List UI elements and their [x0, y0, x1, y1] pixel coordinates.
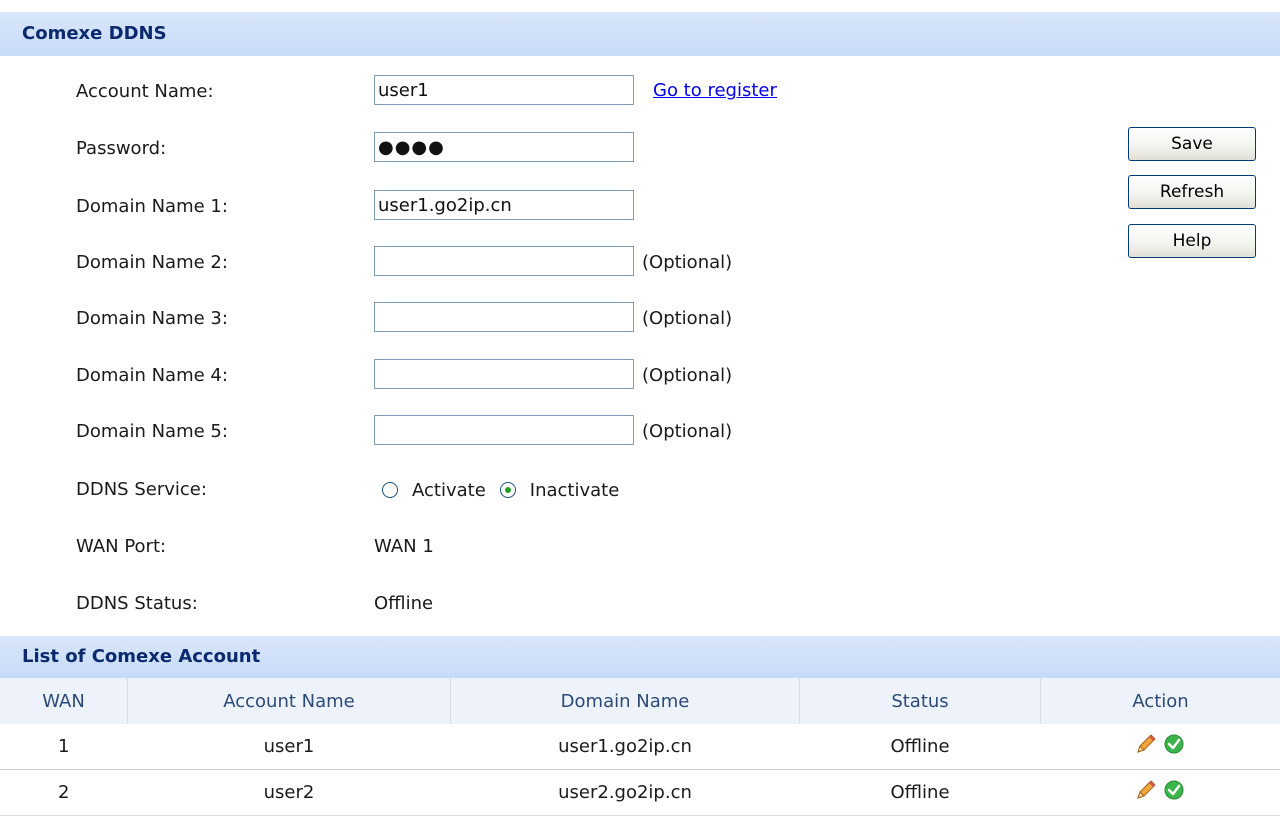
domain-1-label: Domain Name 1:: [76, 196, 228, 217]
table-row[interactable]: 2 user2 user2.go2ip.cn Offline: [0, 769, 1280, 816]
wan-port-label: WAN Port:: [76, 536, 167, 557]
cell-status: Offline: [799, 724, 1041, 770]
go-to-register-link[interactable]: Go to register: [653, 80, 777, 101]
activate-label: Activate: [412, 479, 486, 501]
check-icon[interactable]: [1163, 733, 1185, 760]
column-header-domain-name[interactable]: Domain Name: [450, 678, 800, 724]
ddns-status-label: DDNS Status:: [76, 593, 198, 614]
cell-action: [1040, 724, 1280, 770]
ddns-service-radio-group: Activate Inactivate: [382, 473, 633, 507]
password-label: Password:: [76, 138, 167, 159]
domain-5-label: Domain Name 5:: [76, 421, 228, 442]
optional-hint: (Optional): [642, 365, 733, 386]
optional-hint: (Optional): [642, 252, 733, 273]
cell-domain-name: user1.go2ip.cn: [450, 724, 800, 770]
cell-status: Offline: [799, 769, 1041, 816]
cell-wan: 2: [0, 769, 128, 816]
save-button[interactable]: Save: [1128, 127, 1256, 161]
account-table: WAN Account Name Domain Name Status Acti…: [0, 678, 1280, 816]
inactivate-radio[interactable]: [499, 482, 516, 498]
password-input[interactable]: [374, 132, 634, 162]
pencil-icon[interactable]: [1135, 733, 1157, 760]
pencil-icon[interactable]: [1135, 779, 1157, 806]
domain-3-label: Domain Name 3:: [76, 308, 228, 329]
row-ddns-service: DDNS Service: Activate Inactivate: [0, 473, 1100, 507]
row-account-name: Account Name: Go to register: [0, 75, 1100, 109]
cell-domain-name: user2.go2ip.cn: [450, 769, 800, 816]
section-header-list: List of Comexe Account: [0, 636, 1280, 678]
refresh-button[interactable]: Refresh: [1128, 175, 1256, 209]
column-header-account-name[interactable]: Account Name: [127, 678, 451, 724]
ddns-service-label: DDNS Service:: [76, 479, 207, 500]
row-ddns-status: DDNS Status: Offline: [0, 587, 1100, 621]
cell-wan: 1: [0, 724, 128, 770]
section-title: List of Comexe Account: [22, 646, 261, 667]
account-name-input[interactable]: [374, 75, 634, 105]
cell-action: [1040, 769, 1280, 816]
row-wan-port: WAN Port: WAN 1: [0, 530, 1100, 564]
row-domain-2: Domain Name 2: (Optional): [0, 246, 1100, 280]
section-title: Comexe DDNS: [22, 23, 167, 44]
check-icon[interactable]: [1163, 779, 1185, 806]
column-header-wan[interactable]: WAN: [0, 678, 128, 724]
cell-account-name: user2: [127, 769, 451, 816]
row-domain-1: Domain Name 1:: [0, 190, 1100, 224]
row-domain-5: Domain Name 5: (Optional): [0, 415, 1100, 449]
help-button[interactable]: Help: [1128, 224, 1256, 258]
domain-3-input[interactable]: [374, 302, 634, 332]
optional-hint: (Optional): [642, 421, 733, 442]
domain-1-input[interactable]: [374, 190, 634, 220]
wan-port-value: WAN 1: [374, 536, 434, 557]
ddns-status-value: Offline: [374, 593, 434, 614]
cell-account-name: user1: [127, 724, 451, 770]
table-row[interactable]: 1 user1 user1.go2ip.cn Offline: [0, 724, 1280, 770]
activate-radio[interactable]: [382, 482, 398, 498]
optional-hint: (Optional): [642, 308, 733, 329]
domain-2-label: Domain Name 2:: [76, 252, 228, 273]
domain-5-input[interactable]: [374, 415, 634, 445]
column-header-action: Action: [1040, 678, 1280, 724]
domain-4-input[interactable]: [374, 359, 634, 389]
row-domain-3: Domain Name 3: (Optional): [0, 302, 1100, 336]
domain-2-input[interactable]: [374, 246, 634, 276]
section-header-ddns: Comexe DDNS: [0, 12, 1280, 56]
inactivate-label: Inactivate: [529, 479, 620, 501]
domain-4-label: Domain Name 4:: [76, 365, 228, 386]
account-name-label: Account Name:: [76, 81, 214, 102]
table-header-row: WAN Account Name Domain Name Status Acti…: [0, 678, 1280, 724]
row-domain-4: Domain Name 4: (Optional): [0, 359, 1100, 393]
row-password: Password:: [0, 132, 1100, 166]
column-header-status[interactable]: Status: [799, 678, 1041, 724]
